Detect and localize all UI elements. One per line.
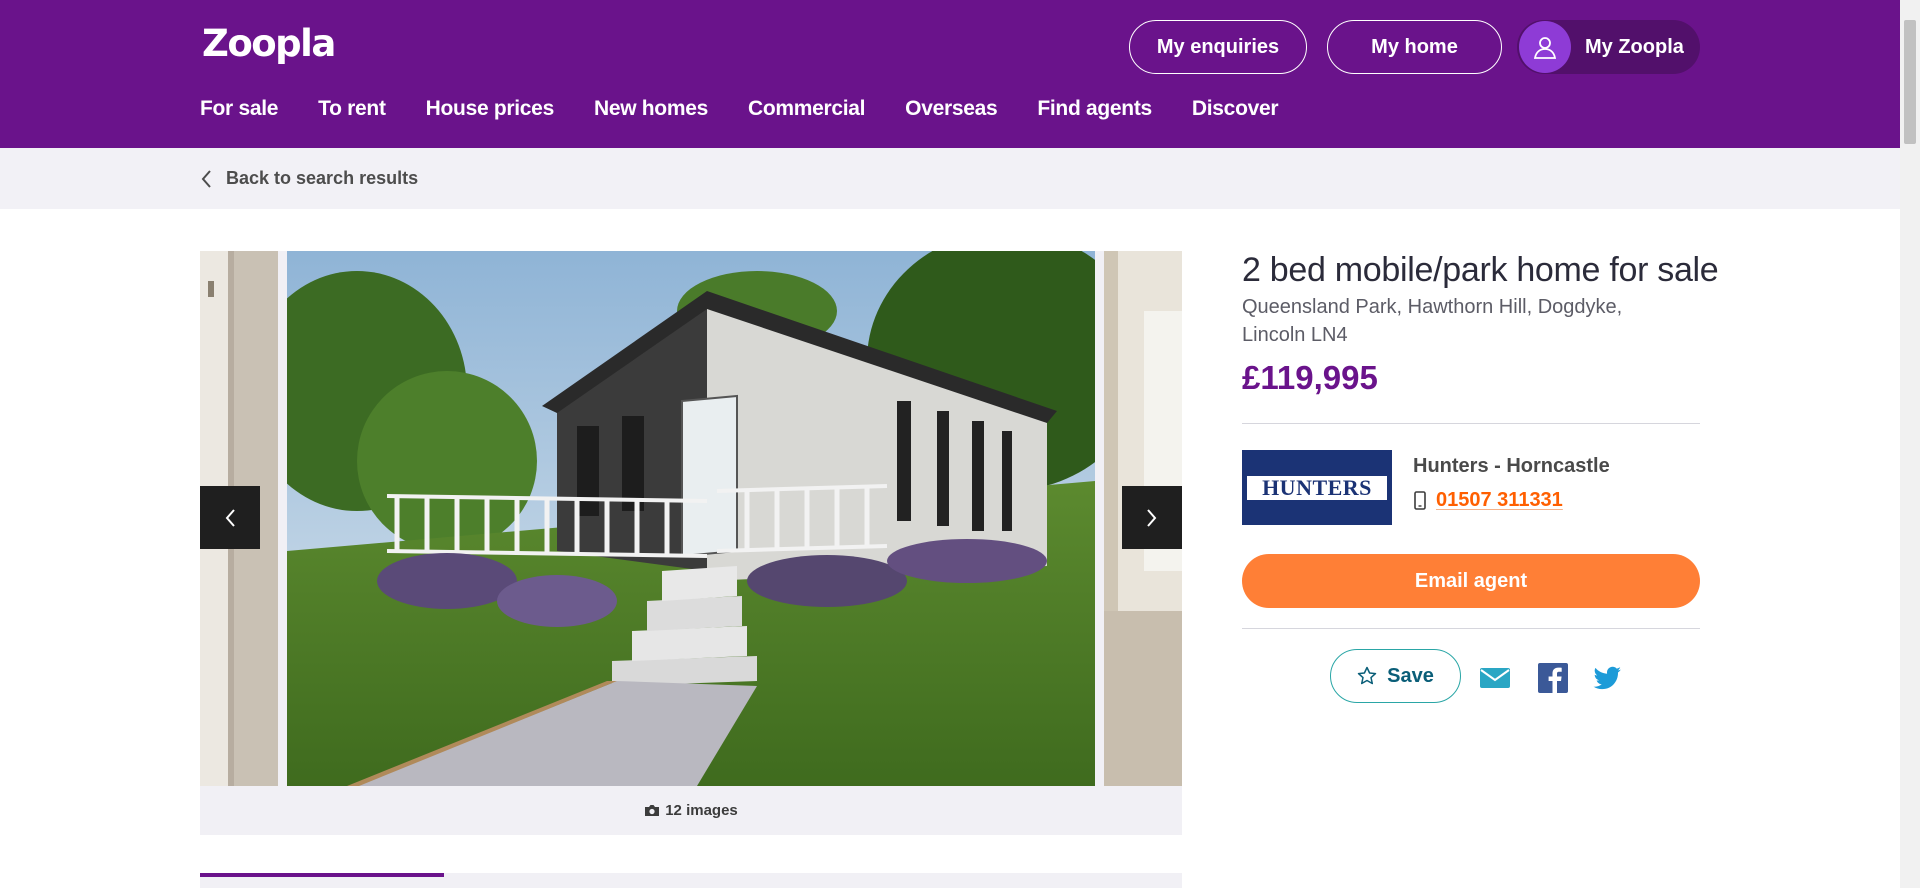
chevron-left-icon	[201, 169, 211, 188]
chevron-left-icon	[225, 508, 235, 527]
camera-icon	[645, 805, 660, 816]
divider	[1242, 423, 1700, 424]
mobile-phone-icon	[1414, 491, 1426, 510]
share-email-icon[interactable]	[1479, 663, 1511, 693]
tab-active-indicator[interactable]	[200, 873, 444, 877]
my-enquiries-button[interactable]: My enquiries	[1129, 20, 1307, 74]
nav-commercial[interactable]: Commercial	[748, 97, 866, 121]
agent-logo-text: HUNTERS	[1247, 475, 1387, 500]
nav-overseas[interactable]: Overseas	[905, 97, 997, 121]
image-gallery: 12 images	[200, 251, 1182, 835]
page-scrollbar[interactable]	[1900, 0, 1920, 888]
image-count-label: 12 images	[665, 802, 738, 819]
nav-find-agents[interactable]: Find agents	[1037, 97, 1152, 121]
nav-discover[interactable]: Discover	[1192, 97, 1279, 121]
chevron-right-icon	[1147, 508, 1157, 527]
agent-phone[interactable]: 01507 311331	[1414, 489, 1563, 512]
star-outline-icon	[1357, 666, 1377, 685]
image-count[interactable]: 12 images	[200, 786, 1182, 835]
gallery-next-button[interactable]	[1122, 486, 1182, 549]
divider	[1242, 628, 1700, 629]
back-link-label: Back to search results	[226, 168, 419, 188]
agent-phone-number[interactable]: 01507 311331	[1436, 489, 1563, 512]
my-home-button[interactable]: My home	[1327, 20, 1502, 74]
my-zoopla-label: My Zoopla	[1585, 35, 1684, 58]
breadcrumb-bar: Back to search results	[0, 148, 1900, 209]
agent-logo[interactable]: HUNTERS	[1242, 450, 1392, 525]
share-facebook-icon[interactable]	[1536, 663, 1568, 693]
main-nav: For sale To rent House prices New homes …	[200, 97, 1318, 121]
listing-title: 2 bed mobile/park home for sale	[1242, 251, 1719, 289]
zoopla-logo[interactable]: Zoopla	[202, 22, 336, 65]
nav-house-prices[interactable]: House prices	[426, 97, 555, 121]
site-header: Zoopla My enquiries My home My Zoopla Fo…	[0, 0, 1900, 148]
user-icon	[1519, 21, 1571, 73]
nav-new-homes[interactable]: New homes	[594, 97, 708, 121]
nav-to-rent[interactable]: To rent	[318, 97, 386, 121]
back-to-results-link[interactable]: Back to search results	[200, 148, 418, 209]
agent-name[interactable]: Hunters - Horncastle	[1413, 455, 1610, 478]
nav-for-sale[interactable]: For sale	[200, 97, 278, 121]
gallery-prev-button[interactable]	[200, 486, 260, 549]
save-button[interactable]: Save	[1330, 649, 1461, 703]
share-twitter-icon[interactable]	[1591, 663, 1623, 693]
scrollbar-thumb[interactable]	[1904, 20, 1916, 144]
email-agent-button[interactable]: Email agent	[1242, 554, 1700, 608]
listing-address: Queensland Park, Hawthorn Hill, Dogdyke,…	[1242, 296, 1623, 346]
save-label: Save	[1387, 664, 1434, 687]
gallery-main-image[interactable]	[287, 251, 1095, 786]
my-zoopla-button[interactable]: My Zoopla	[1517, 20, 1700, 74]
listing-tabs	[200, 873, 1182, 888]
listing-price: £119,995	[1242, 359, 1378, 396]
